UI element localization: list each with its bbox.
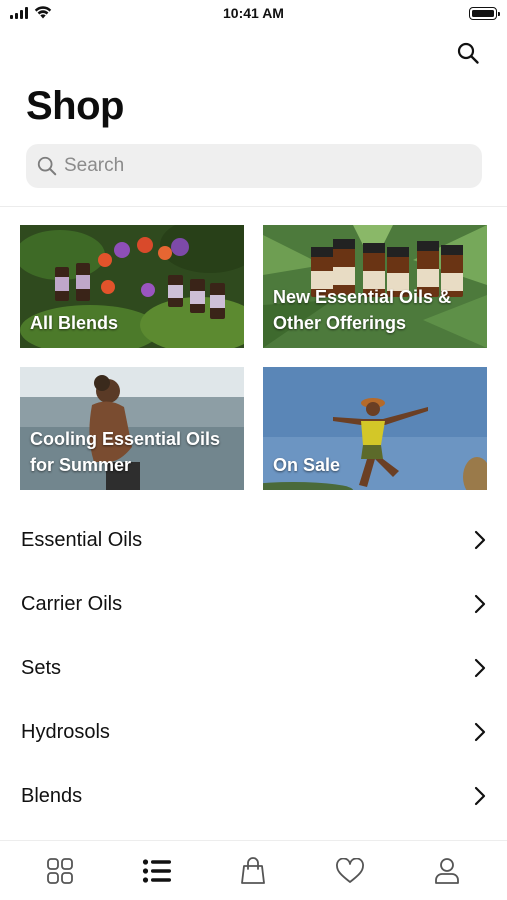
chevron-right-icon [474,594,486,614]
chevron-right-icon [474,786,486,806]
search-input[interactable]: Search [26,144,482,188]
tile-label-line: New Essential Oils & [273,287,452,307]
tab-shop[interactable] [135,849,179,893]
bag-icon [241,856,266,884]
list-item-essential-oils[interactable]: Essential Oils [0,508,507,572]
list-item-sets[interactable]: Sets [0,636,507,700]
list-item-carrier-oils[interactable]: Carrier Oils [0,572,507,636]
grid-icon [47,857,74,884]
tab-bar [0,840,507,900]
chevron-right-icon [474,658,486,678]
tile-label: All Blends [30,313,119,333]
tab-bag[interactable] [231,849,275,893]
list-item-label: Carrier Oils [21,592,123,615]
list-item-label: Hydrosols [21,720,110,743]
chevron-right-icon [474,530,486,550]
category-list: Essential Oils Carrier Oils Sets Hydroso… [0,508,507,828]
tile-on-sale[interactable]: On Sale [263,367,487,490]
list-item-label: Blends [21,784,83,807]
chevron-right-icon [474,722,486,742]
tile-label: New Essential Oils & Other Offerings [273,284,451,336]
tab-favorites[interactable] [328,849,372,893]
list-item-label: Essential Oils [21,528,143,551]
status-bar: 10:41 AM [0,0,507,28]
tile-label-line: for Summer [30,455,132,475]
tile-label-line: Other Offerings [273,313,407,333]
heart-icon [336,857,364,883]
status-time: 10:41 AM [223,5,284,21]
tile-new-essential-oils[interactable]: New Essential Oils & Other Offerings [263,225,487,348]
tile-label-line: Cooling Essential Oils [30,429,221,449]
list-item-hydrosols[interactable]: Hydrosols [0,700,507,764]
profile-icon [434,857,459,884]
search-icon [37,156,57,176]
divider [0,206,507,207]
list-item-label: Sets [21,656,62,679]
header-search-button[interactable] [453,38,483,68]
list-item-blends[interactable]: Blends [0,764,507,828]
list-icon [142,858,171,883]
tile-label: On Sale [273,455,341,475]
page-title: Shop [26,84,124,128]
tile-all-blends[interactable]: All Blends [20,225,244,348]
search-placeholder: Search [64,155,125,176]
battery-icon [469,7,500,20]
tile-cooling-essential-oils[interactable]: Cooling Essential Oils for Summer [20,367,244,490]
tile-label: Cooling Essential Oils for Summer [30,426,220,478]
tab-home[interactable] [38,849,82,893]
tab-profile[interactable] [425,849,469,893]
search-icon [457,42,479,64]
